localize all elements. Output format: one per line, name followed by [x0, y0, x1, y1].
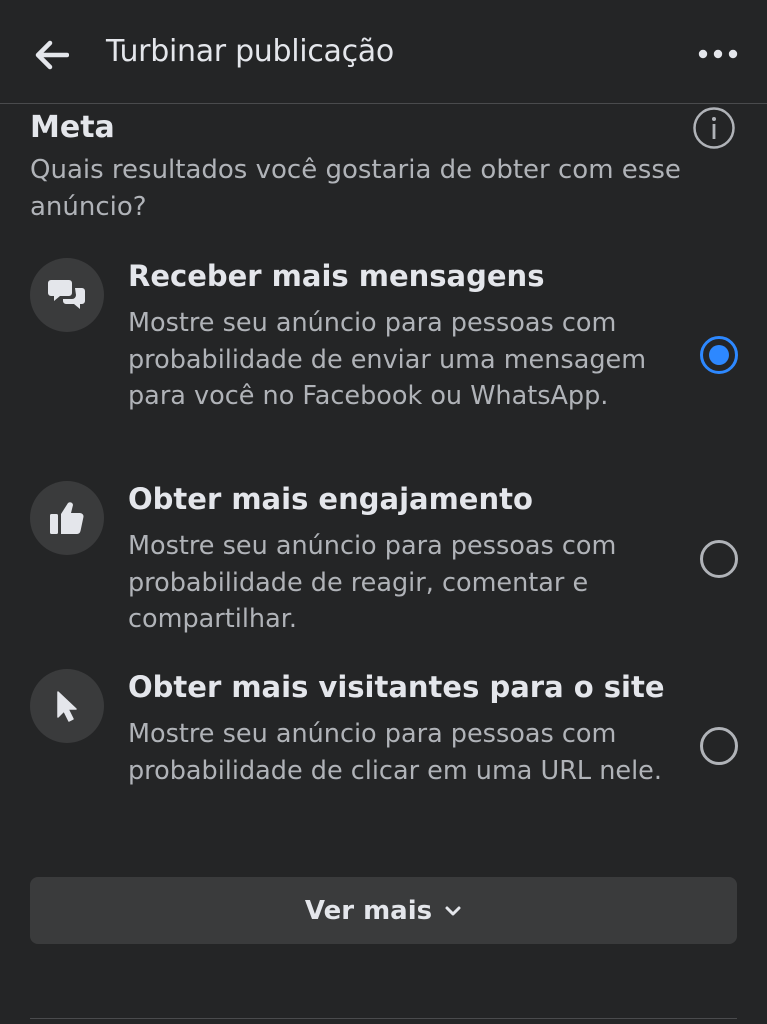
option-description: Mostre seu anúncio para pessoas com prob… [128, 531, 617, 634]
arrow-left-icon [35, 40, 69, 70]
option-engagement[interactable]: Obter mais engajamento Mostre seu anúnci… [0, 478, 767, 638]
chevron-down-icon [445, 906, 461, 915]
divider [30, 1018, 737, 1019]
option-icon-container [30, 669, 104, 743]
option-title: Obter mais visitantes para o site [128, 670, 665, 704]
thumbs-up-icon [50, 502, 84, 535]
info-icon [693, 107, 735, 149]
radio-engagement[interactable] [700, 540, 738, 578]
more-horizontal-icon [698, 49, 738, 59]
section-title: Meta [30, 110, 115, 145]
cursor-pointer-icon [57, 691, 77, 722]
section-question: Quais resultados você gostaria de obter … [30, 155, 681, 222]
app-bar: Turbinar publicação [0, 0, 767, 104]
see-more-label: Ver mais [304, 895, 433, 926]
option-messages[interactable]: Receber mais mensagens Mostre seu anúnci… [0, 255, 767, 455]
see-more-button[interactable]: Ver mais [30, 877, 737, 944]
radio-website-visitors[interactable] [700, 727, 738, 765]
radio-messages[interactable] [700, 336, 738, 374]
chat-bubbles-icon [48, 280, 85, 309]
info-button[interactable] [692, 106, 736, 150]
option-icon-container [30, 481, 104, 555]
page-title: Turbinar publicação [106, 34, 394, 69]
more-options-button[interactable] [690, 36, 746, 72]
option-description: Mostre seu anúncio para pessoas com prob… [128, 719, 662, 786]
option-title: Receber mais mensagens [128, 259, 545, 293]
option-title: Obter mais engajamento [128, 482, 533, 516]
option-icon-container [30, 258, 104, 332]
option-website-visitors[interactable]: Obter mais visitantes para o site Mostre… [0, 666, 767, 826]
option-description: Mostre seu anúncio para pessoas com prob… [128, 308, 647, 411]
back-button[interactable] [30, 33, 74, 77]
